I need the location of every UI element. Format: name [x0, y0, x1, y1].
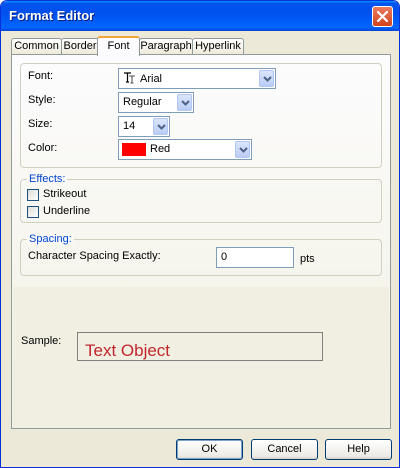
title-bar[interactable]: Format Editor: [1, 1, 399, 31]
style-label: Style:: [28, 94, 56, 106]
ok-button[interactable]: OK: [176, 439, 243, 460]
color-swatch: [122, 143, 146, 156]
spacing-legend: Spacing:: [27, 233, 74, 245]
size-label: Size:: [28, 118, 53, 130]
spacing-unit: pts: [300, 253, 315, 265]
strikeout-label[interactable]: Strikeout: [43, 188, 86, 200]
size-dropdown[interactable]: 14: [118, 116, 170, 137]
color-dropdown-button[interactable]: [235, 141, 250, 158]
font-dropdown-button[interactable]: [259, 70, 274, 87]
character-spacing-input[interactable]: 0: [216, 247, 294, 268]
tab-paragraph[interactable]: Paragraph: [139, 38, 193, 55]
style-dropdown-button[interactable]: [177, 94, 192, 111]
font-label: Font:: [28, 70, 54, 82]
font-tab-panel: Font: Arial Style: Regular Size: 14 Colo…: [11, 54, 391, 429]
chevron-down-icon: [263, 76, 272, 82]
font-dropdown-value: Arial: [123, 72, 162, 85]
tab-common[interactable]: Common: [11, 38, 62, 55]
chevron-down-icon: [157, 124, 166, 130]
help-button[interactable]: Help: [325, 439, 392, 460]
close-icon: [377, 11, 388, 22]
format-editor-dialog: Format Editor Common Border Font Paragra…: [0, 0, 400, 468]
underline-label[interactable]: Underline: [43, 205, 90, 217]
window-title: Format Editor: [9, 8, 95, 23]
chevron-down-icon: [239, 147, 248, 153]
cancel-button[interactable]: Cancel: [251, 439, 318, 460]
font-dropdown[interactable]: Arial: [118, 68, 276, 89]
underline-checkbox[interactable]: [27, 206, 39, 218]
style-value: Regular: [123, 96, 162, 108]
sample-preview: Text Object: [77, 332, 323, 361]
chevron-down-icon: [181, 100, 190, 106]
color-dropdown[interactable]: Red: [118, 139, 252, 160]
close-button[interactable]: [372, 6, 393, 27]
size-value: 14: [123, 120, 136, 132]
color-label: Color:: [28, 142, 58, 154]
size-dropdown-button[interactable]: [153, 118, 168, 135]
character-spacing-label: Character Spacing Exactly:: [28, 250, 161, 262]
strikeout-checkbox[interactable]: [27, 189, 39, 201]
color-value: Red: [150, 143, 171, 155]
truetype-font-icon: [124, 72, 135, 84]
tab-border[interactable]: Border: [61, 38, 99, 55]
tab-hyperlink[interactable]: Hyperlink: [192, 38, 244, 55]
character-spacing-value: 0: [221, 251, 228, 263]
effects-legend: Effects:: [27, 173, 68, 185]
style-dropdown[interactable]: Regular: [118, 92, 194, 113]
font-value: Arial: [140, 73, 163, 85]
sample-label: Sample:: [21, 335, 62, 347]
sample-text: Text Object: [85, 341, 171, 360]
tab-font[interactable]: Font: [97, 36, 140, 56]
